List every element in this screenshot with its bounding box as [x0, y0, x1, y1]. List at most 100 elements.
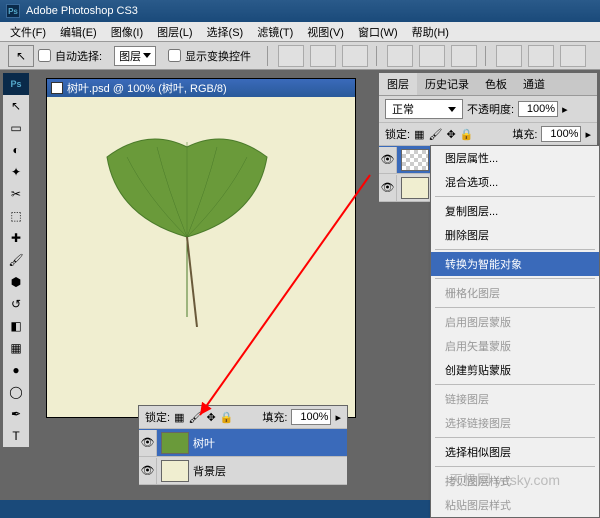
context-menu-item[interactable]: 转换为智能对象 [431, 252, 599, 276]
align-btn-2[interactable] [310, 45, 336, 67]
context-menu: 图层属性...混合选项...复制图层...删除图层转换为智能对象栅格化图层启用图… [430, 145, 600, 518]
marquee-tool[interactable]: ▭ [3, 117, 29, 139]
chevron-right-icon[interactable]: ▸ [335, 411, 341, 424]
pen-tool[interactable]: ✒ [3, 403, 29, 425]
chevron-down-icon [448, 107, 456, 112]
layer-thumbnail[interactable] [401, 149, 429, 171]
align-btn-6[interactable] [451, 45, 477, 67]
gradient-tool[interactable]: ▦ [3, 337, 29, 359]
watermark: 天极网 yesky.com [449, 470, 560, 490]
slice-tool[interactable]: ⬚ [3, 205, 29, 227]
eraser-tool[interactable]: ◧ [3, 315, 29, 337]
panel-tabs: 图层 历史记录 色板 通道 [379, 73, 597, 96]
context-menu-item[interactable]: 混合选项... [431, 170, 599, 194]
blend-row: 正常 不透明度: 100% ▸ [379, 96, 597, 123]
align-btn-4[interactable] [387, 45, 413, 67]
lock-transparency-icon[interactable]: ▦ [174, 411, 184, 424]
chevron-right-icon[interactable]: ▸ [562, 103, 568, 116]
context-menu-item[interactable]: 选择相似图层 [431, 440, 599, 464]
context-menu-item: 选择链接图层 [431, 411, 599, 435]
visibility-icon[interactable]: 👁 [139, 430, 157, 456]
chevron-right-icon[interactable]: ▸ [585, 128, 591, 141]
align-btn-5[interactable] [419, 45, 445, 67]
layer-row[interactable]: 👁 背景层 [139, 457, 347, 485]
fill-input[interactable]: 100% [541, 126, 581, 142]
lock-paint-icon[interactable]: 🖌 [428, 128, 442, 141]
layer-name[interactable]: 树叶 [193, 435, 215, 451]
layer-row[interactable]: 👁 树叶 [139, 429, 347, 457]
menu-image[interactable]: 图像(I) [105, 22, 149, 42]
brush-tool[interactable]: 🖌 [3, 249, 29, 271]
document-titlebar[interactable]: 树叶.psd @ 100% (树叶, RGB/8) [47, 79, 355, 97]
menu-edit[interactable]: 编辑(E) [54, 22, 103, 42]
menu-filter[interactable]: 滤镜(T) [251, 22, 299, 42]
blend-mode-select[interactable]: 正常 [385, 99, 463, 119]
wand-tool[interactable]: ✦ [3, 161, 29, 183]
blend-mode-label: 正常 [392, 101, 414, 117]
lock-paint-icon[interactable]: 🖌 [188, 411, 202, 424]
stamp-tool[interactable]: ⬢ [3, 271, 29, 293]
layer-thumbnail[interactable] [161, 460, 189, 482]
context-menu-item[interactable]: 删除图层 [431, 223, 599, 247]
show-transform-check[interactable]: 显示变换控件 [168, 48, 251, 64]
visibility-icon[interactable]: 👁 [379, 175, 397, 201]
menu-window[interactable]: 窗口(W) [352, 22, 404, 42]
ps-logo-icon[interactable]: Ps [3, 73, 29, 95]
show-transform-checkbox[interactable] [168, 49, 181, 62]
layer-name[interactable]: 背景层 [193, 463, 226, 479]
dodge-tool[interactable]: ◯ [3, 381, 29, 403]
context-menu-item: 链接图层 [431, 387, 599, 411]
menu-layer[interactable]: 图层(L) [151, 22, 198, 42]
target-select[interactable]: 图层 [114, 46, 156, 66]
auto-select-check[interactable]: 自动选择: [38, 48, 102, 64]
blur-tool[interactable]: ● [3, 359, 29, 381]
menu-separator [435, 307, 595, 308]
menu-help[interactable]: 帮助(H) [406, 22, 455, 42]
menubar: 文件(F) 编辑(E) 图像(I) 图层(L) 选择(S) 滤镜(T) 视图(V… [0, 22, 600, 42]
tab-history[interactable]: 历史记录 [417, 73, 477, 95]
lock-position-icon[interactable]: ✥ [206, 411, 215, 424]
lock-transparency-icon[interactable]: ▦ [414, 128, 424, 141]
context-menu-item[interactable]: 创建剪贴蒙版 [431, 358, 599, 382]
separator [485, 46, 486, 66]
align-btn-3[interactable] [342, 45, 368, 67]
fill-label: 填充: [262, 409, 287, 425]
lasso-tool[interactable]: ◐ [3, 139, 29, 161]
context-menu-item[interactable]: 复制图层... [431, 199, 599, 223]
canvas[interactable] [47, 97, 355, 417]
lock-all-icon[interactable]: 🔒 [220, 411, 234, 424]
type-tool[interactable]: T [3, 425, 29, 447]
opacity-input[interactable]: 100% [518, 101, 558, 117]
tab-layers[interactable]: 图层 [379, 73, 417, 95]
crop-tool[interactable]: ✂ [3, 183, 29, 205]
lock-row: 锁定: ▦ 🖌 ✥ 🔒 填充: 100% ▸ [379, 123, 597, 146]
layer-thumbnail[interactable] [161, 432, 189, 454]
layer-thumbnail[interactable] [401, 177, 429, 199]
menu-select[interactable]: 选择(S) [201, 22, 250, 42]
lock-all-icon[interactable]: 🔒 [460, 128, 474, 141]
fill-input[interactable]: 100% [291, 409, 331, 425]
dist-btn-1[interactable] [496, 45, 522, 67]
context-menu-item: 启用矢量蒙版 [431, 334, 599, 358]
auto-select-checkbox[interactable] [38, 49, 51, 62]
menu-view[interactable]: 视图(V) [301, 22, 350, 42]
options-bar: ↖ 自动选择: 图层 显示变换控件 [0, 42, 600, 70]
document-icon [51, 82, 63, 94]
dist-btn-2[interactable] [528, 45, 554, 67]
move-tool-icon[interactable]: ↖ [8, 45, 34, 67]
tab-channels[interactable]: 通道 [515, 73, 553, 95]
visibility-icon[interactable]: 👁 [139, 458, 157, 484]
float-layer-list: 👁 树叶 👁 背景层 [139, 429, 347, 485]
visibility-icon[interactable]: 👁 [379, 147, 397, 173]
menu-file[interactable]: 文件(F) [4, 22, 52, 42]
move-tool[interactable]: ↖ [3, 95, 29, 117]
context-menu-item[interactable]: 图层属性... [431, 146, 599, 170]
app-title: Adobe Photoshop CS3 [26, 5, 138, 17]
history-brush-tool[interactable]: ↺ [3, 293, 29, 315]
tab-swatches[interactable]: 色板 [477, 73, 515, 95]
lock-position-icon[interactable]: ✥ [446, 128, 455, 141]
dist-btn-3[interactable] [560, 45, 586, 67]
heal-tool[interactable]: ✚ [3, 227, 29, 249]
align-btn-1[interactable] [278, 45, 304, 67]
leaf-image [87, 117, 287, 327]
